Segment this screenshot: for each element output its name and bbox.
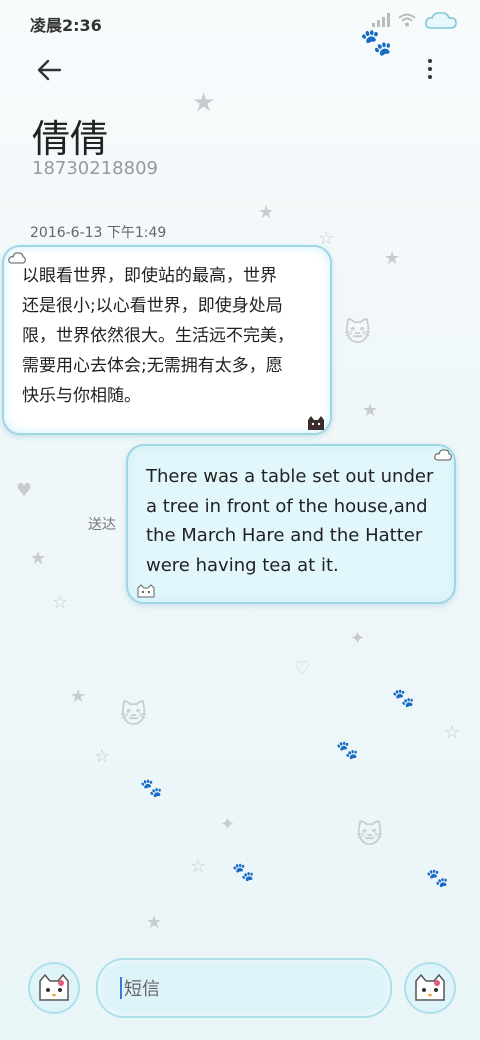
star-icon: ☆	[94, 746, 111, 767]
cat-face-icon: 🐱	[120, 700, 148, 730]
more-options-button[interactable]	[420, 54, 440, 84]
paw-icon: 🐾	[336, 740, 359, 761]
message-line: 以眼看世界，即使站的最高，世界	[22, 266, 277, 286]
message-line: were having tea at it.	[146, 554, 339, 576]
star-icon: ★	[362, 400, 379, 421]
incoming-message-bubble[interactable]: 以眼看世界，即使站的最高，世界 还是很小;以心看世界，即使身处局 限，世界依然很…	[2, 245, 332, 435]
outgoing-message-text: There was a table set out under a tree i…	[146, 462, 446, 580]
cat-sticker-icon	[308, 416, 324, 430]
contact-name: 倩倩	[32, 117, 109, 161]
paw-icon: 🐾	[232, 862, 255, 883]
text-cursor	[120, 977, 122, 999]
star-icon: ★	[384, 248, 401, 269]
cat-face-icon: 🐱	[344, 318, 372, 348]
heart-icon: ♡	[294, 658, 311, 679]
message-input-placeholder: 短信	[124, 979, 160, 1000]
star-icon: ✦	[350, 628, 366, 649]
cat-sticker-icon	[137, 584, 155, 598]
send-sticker-button[interactable]	[404, 962, 456, 1014]
star-icon: ✦	[220, 814, 236, 835]
star-icon: ☆	[444, 722, 461, 743]
delivery-status: 送达	[88, 517, 116, 533]
emoji-sticker-icon	[39, 973, 69, 1001]
status-icons	[372, 10, 458, 30]
heart-icon: ♥	[16, 480, 33, 501]
message-line: 快乐与你相随。	[22, 386, 141, 406]
outgoing-message-bubble[interactable]: There was a table set out under a tree i…	[126, 444, 456, 604]
message-line: 需要用心去体会;无需拥有太多，愿	[22, 356, 283, 376]
cloud-sticker-icon	[434, 449, 452, 461]
star-icon: ★	[70, 686, 87, 707]
star-icon: ☆	[52, 592, 69, 613]
composer-bar: 短信	[0, 950, 480, 1040]
message-timestamp: 2016-6-13 下午1:49	[30, 225, 167, 241]
status-time: 凌晨2:36	[30, 16, 102, 35]
star-icon: ★	[192, 88, 216, 118]
battery-icon	[425, 12, 457, 29]
paw-icon: 🐾	[426, 868, 449, 889]
arrow-left-icon	[37, 59, 62, 81]
signal-icon	[372, 13, 390, 27]
more-vertical-icon	[428, 59, 432, 63]
star-icon: ★	[30, 548, 47, 569]
emoji-button-left[interactable]	[28, 962, 80, 1014]
message-line: 限，世界依然很大。生活远不完美，	[22, 326, 294, 346]
message-line: the March Hare and the Hatter	[146, 525, 423, 546]
emoji-sticker-icon	[415, 973, 445, 1001]
message-line: There was a table set out under	[146, 466, 434, 487]
back-button[interactable]	[34, 54, 66, 86]
paw-icon: 🐾	[392, 688, 415, 709]
star-icon: ★	[146, 912, 163, 933]
star-icon: ☆	[190, 856, 207, 877]
status-bar: 凌晨2:36	[0, 0, 480, 44]
cat-face-icon: 🐱	[356, 820, 384, 850]
contact-number: 18730218809	[32, 158, 158, 179]
star-icon: ★	[258, 202, 275, 223]
wifi-icon	[398, 13, 416, 27]
message-line: 还是很小;以心看世界，即使身处局	[22, 296, 283, 316]
message-input[interactable]: 短信	[96, 958, 392, 1018]
incoming-message-text: 以眼看世界，即使站的最高，世界 还是很小;以心看世界，即使身处局 限，世界依然很…	[22, 261, 312, 411]
message-line: a tree in front of the house,and	[146, 495, 428, 517]
paw-icon: 🐾	[140, 778, 163, 799]
